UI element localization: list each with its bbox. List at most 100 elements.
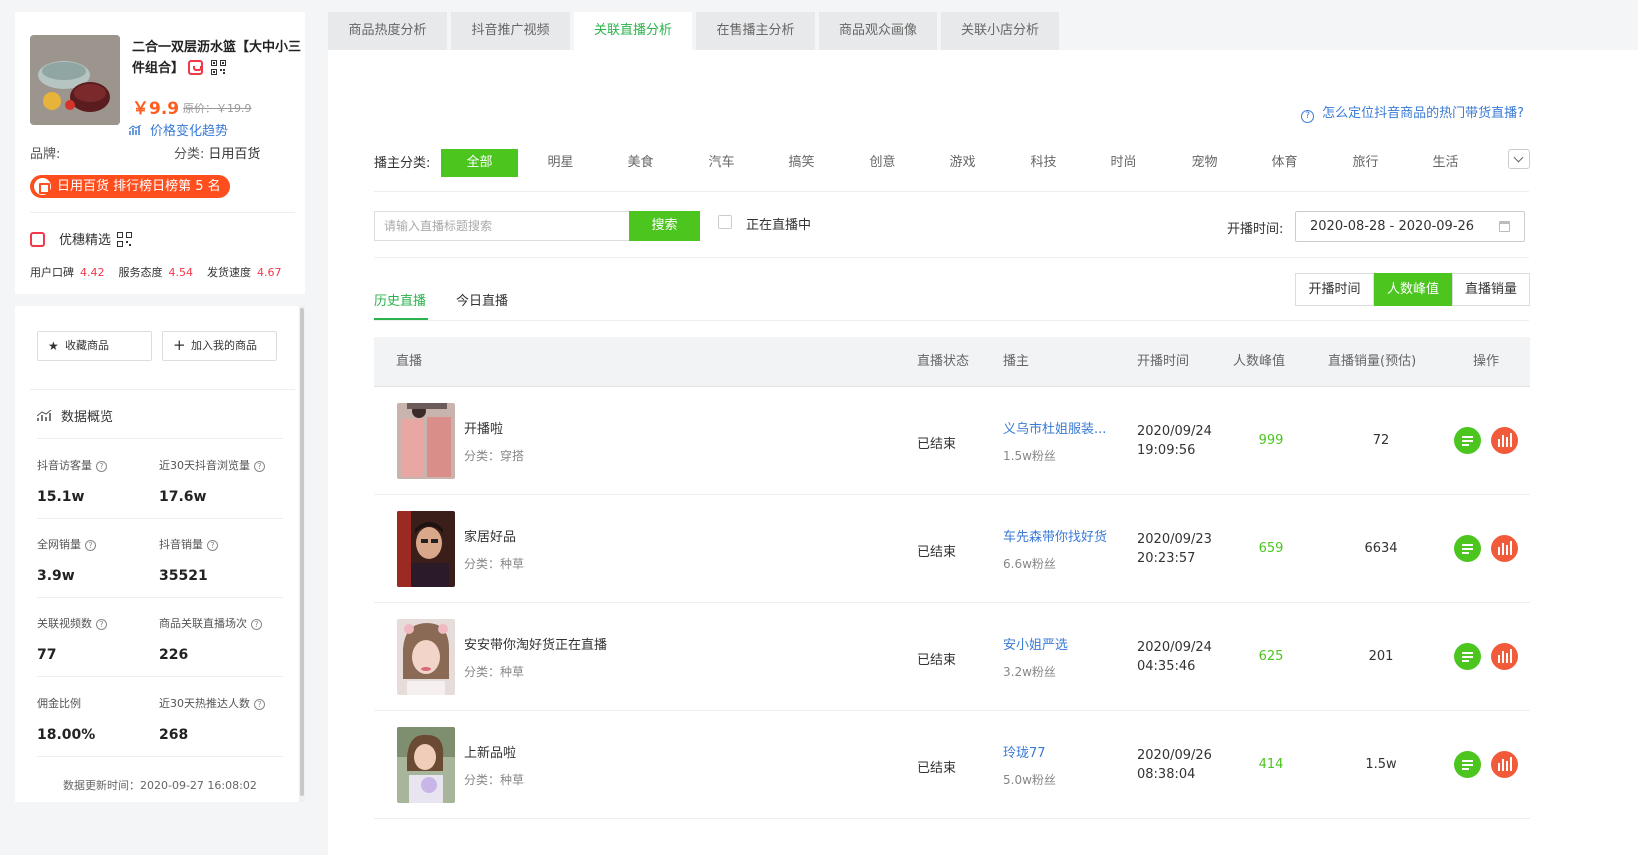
filter-chip-all[interactable]: 全部 — [441, 149, 518, 177]
filter-chip[interactable]: 科技 — [1005, 149, 1082, 177]
product-image[interactable] — [30, 35, 120, 125]
price-trend-link[interactable]: 价格变化趋势 — [129, 120, 228, 139]
filter-chip[interactable]: 旅行 — [1327, 149, 1404, 177]
help-icon[interactable]: ? — [96, 461, 107, 472]
host-name[interactable]: 车先森带你找好货 — [1003, 526, 1113, 545]
col-status: 直播状态 — [917, 354, 970, 369]
rank-badge[interactable]: 日用百货 排行榜日榜第 5 名 — [30, 175, 230, 198]
start-time: 2020/09/23 20:23:57 — [1137, 530, 1212, 568]
help-icon[interactable]: ? — [207, 540, 218, 551]
filter-chip[interactable]: 生活 — [1407, 149, 1484, 177]
stat-value: 18.00% — [37, 727, 96, 743]
col-peak: 人数峰值 — [1233, 354, 1286, 369]
stat-value: 3.9w — [37, 568, 75, 584]
divider — [37, 756, 283, 757]
host-name[interactable]: 玲珑77 — [1003, 742, 1113, 761]
add-to-my-products-button[interactable]: 加入我的商品 — [162, 331, 277, 361]
tab-sellers[interactable]: 在售播主分析 — [696, 12, 815, 50]
live-only-label[interactable]: 正在直播中 — [746, 214, 811, 233]
live-sales: 6634 — [1364, 541, 1398, 556]
table-row[interactable]: 开播啦 分类：穿搭 已结束 义乌市杜姐服装... 1.5w粉丝 2020/09/… — [374, 387, 1530, 495]
start-clock: 08:38:04 — [1137, 767, 1196, 782]
chevron-down-icon[interactable] — [1508, 149, 1530, 169]
live-title[interactable]: 家居好品 — [464, 526, 516, 545]
help-icon[interactable]: ? — [254, 699, 265, 710]
shop-icon[interactable] — [188, 60, 204, 75]
stat-value: 17.6w — [159, 489, 207, 505]
search-input[interactable]: 请输入直播标题搜索 — [374, 211, 630, 241]
bar-chart-icon[interactable] — [1491, 535, 1518, 562]
date-range-picker[interactable]: 2020-08-28 - 2020-09-26 — [1295, 211, 1525, 242]
stat-label: 近30天热推达人数 — [159, 697, 250, 710]
list-icon[interactable] — [1454, 427, 1481, 454]
stat-label: 商品关联直播场次 — [159, 617, 247, 630]
shop-icon — [30, 232, 45, 247]
search-button[interactable]: 搜索 — [629, 211, 700, 241]
qrcode-icon[interactable] — [211, 60, 227, 75]
tab-product-heat[interactable]: 商品热度分析 — [328, 12, 447, 50]
sidebar-scrollbar[interactable] — [299, 306, 305, 802]
live-cover[interactable] — [397, 619, 455, 695]
filter-chip[interactable]: 宠物 — [1166, 149, 1243, 177]
sort-by-start-time[interactable]: 开播时间 — [1295, 273, 1374, 306]
bar-chart-icon[interactable] — [1491, 643, 1518, 670]
host-name[interactable]: 义乌市杜姐服装... — [1003, 418, 1113, 437]
table-row[interactable]: 安安带你淘好货正在直播 分类：种草 已结束 安小姐严选 3.2w粉丝 2020/… — [374, 603, 1530, 711]
qrcode-icon[interactable] — [117, 232, 133, 247]
live-title[interactable]: 上新品啦 — [464, 742, 516, 761]
help-icon[interactable]: ? — [254, 461, 265, 472]
product-card: 二合一双层沥水篮【大中小三件组合】 ￥9.9 原价：￥19.9 价格变化趋势 — [30, 35, 302, 139]
list-icon[interactable] — [1454, 643, 1481, 670]
bar-chart-icon[interactable] — [1491, 751, 1518, 778]
start-date: 2020/09/26 — [1137, 748, 1212, 763]
sort-by-peak-viewers[interactable]: 人数峰值 — [1374, 273, 1452, 306]
table-row[interactable]: 上新品啦 分类：种草 已结束 玲珑77 5.0w粉丝 2020/09/26 08:… — [374, 711, 1530, 819]
stat-total-sales: 全网销量? 3.9w — [37, 536, 157, 584]
filter-chip[interactable]: 游戏 — [924, 149, 1001, 177]
help-icon[interactable]: ? — [85, 540, 96, 551]
help-icon[interactable]: ? — [96, 619, 107, 630]
live-title[interactable]: 开播啦 — [464, 418, 503, 437]
host-name[interactable]: 安小姐严选 — [1003, 634, 1113, 653]
help-icon[interactable]: ? — [251, 619, 262, 630]
live-only-checkbox[interactable] — [718, 215, 732, 229]
date-label: 开播时间: — [1227, 222, 1284, 237]
scrollbar-thumb[interactable] — [300, 308, 304, 796]
filter-chip[interactable]: 时尚 — [1085, 149, 1162, 177]
filter-chip[interactable]: 汽车 — [683, 149, 760, 177]
filter-chip[interactable]: 美食 — [602, 149, 679, 177]
live-cover[interactable] — [397, 511, 455, 587]
stat-label: 抖音访客量 — [37, 459, 92, 472]
table-row[interactable]: 家居好品 分类：种草 已结束 车先森带你找好货 6.6w粉丝 2020/09/2… — [374, 495, 1530, 603]
filter-chip[interactable]: 明星 — [522, 149, 599, 177]
tab-related-shops[interactable]: 关联小店分析 — [941, 12, 1059, 50]
host-fans: 3.2w粉丝 — [1003, 665, 1056, 679]
tab-related-lives[interactable]: 关联直播分析 — [574, 12, 692, 50]
tab-audience[interactable]: 商品观众画像 — [819, 12, 937, 50]
help-link[interactable]: ? 怎么定位抖音商品的热门带货直播? — [1301, 102, 1524, 123]
store-info[interactable]: 优穗精选 — [30, 229, 133, 248]
start-clock: 04:35:46 — [1137, 659, 1196, 674]
list-icon[interactable] — [1454, 751, 1481, 778]
product-name[interactable]: 二合一双层沥水篮【大中小三件组合】 — [132, 37, 302, 79]
stat-douyin-sales: 抖音销量? 35521 — [159, 536, 279, 584]
list-icon[interactable] — [1454, 535, 1481, 562]
live-cover[interactable] — [397, 403, 455, 479]
live-category: 分类：种草 — [464, 557, 525, 571]
live-cover[interactable] — [397, 727, 455, 803]
subtab-history[interactable]: 历史直播 — [374, 290, 426, 309]
filter-chip[interactable]: 体育 — [1246, 149, 1323, 177]
live-category: 分类：种草 — [464, 773, 525, 787]
live-category: 分类：种草 — [464, 665, 525, 679]
filter-chip[interactable]: 创意 — [844, 149, 921, 177]
data-updated-time: 数据更新时间：2020-09-27 16:08:02 — [63, 779, 257, 792]
tab-promo-videos[interactable]: 抖音推广视频 — [451, 12, 570, 50]
filter-chip[interactable]: 搞笑 — [763, 149, 840, 177]
favorite-button[interactable]: 收藏商品 — [37, 331, 152, 361]
subtab-today[interactable]: 今日直播 — [456, 290, 508, 309]
score-label: 发货速度 — [207, 266, 251, 279]
bar-chart-icon[interactable] — [1491, 427, 1518, 454]
live-title[interactable]: 安安带你淘好货正在直播 — [464, 634, 607, 653]
sort-by-live-sales[interactable]: 直播销量 — [1452, 273, 1530, 306]
category-value: 日用百货 — [208, 147, 261, 162]
